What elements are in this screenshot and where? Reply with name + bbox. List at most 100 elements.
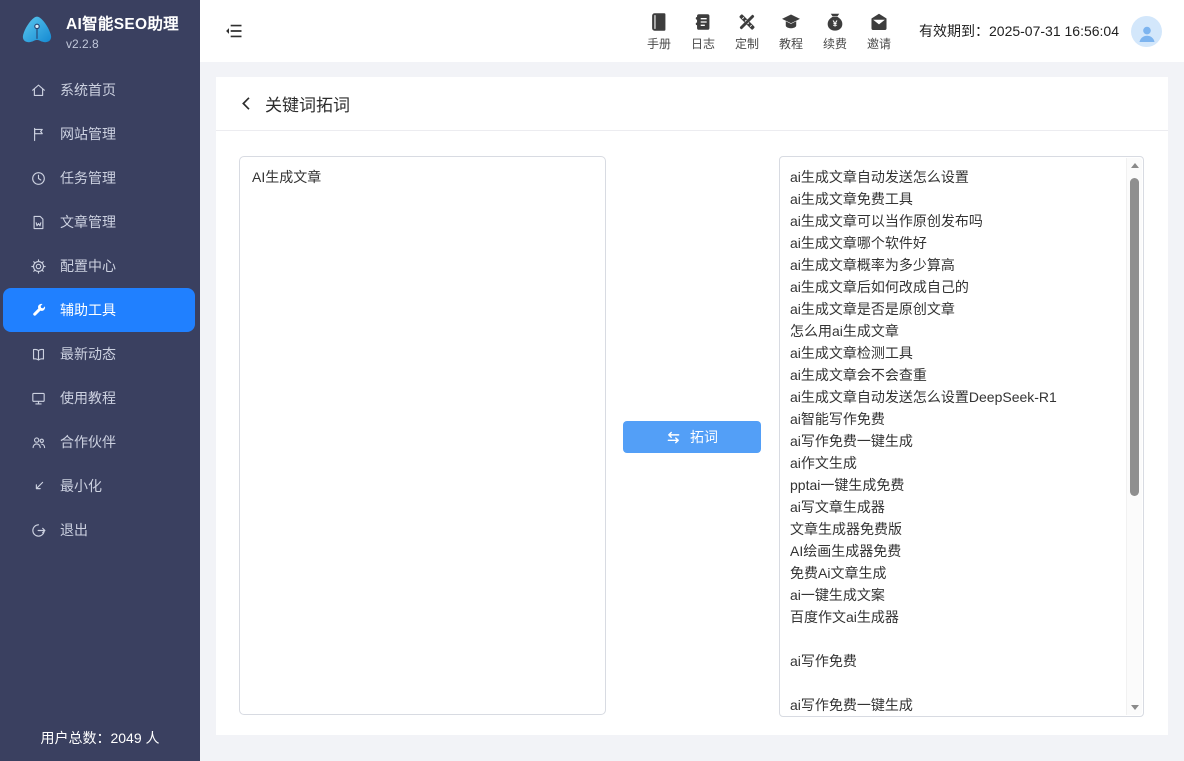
- sidebar-item-config[interactable]: 配置中心: [0, 244, 200, 288]
- sidebar-item-label: 系统首页: [60, 80, 116, 100]
- keyword-tool-card: 关键词拓词 AI生成文章 拓词 ai生成文章自动发送怎么设置ai生成文章免费工具…: [216, 77, 1168, 735]
- sidebar-item-label: 退出: [60, 520, 88, 540]
- sidebar-nav: 系统首页网站管理任务管理文章管理配置中心辅助工具最新动态使用教程合作伙伴最小化退…: [0, 68, 200, 552]
- topbar-action-renew[interactable]: ¥ 续费: [813, 11, 857, 52]
- results-list: ai生成文章自动发送怎么设置ai生成文章免费工具ai生成文章可以当作原创发布吗a…: [780, 157, 1126, 716]
- keyword-result-item[interactable]: ai生成文章哪个软件好: [790, 232, 1126, 254]
- results-scrollbar[interactable]: [1126, 158, 1142, 715]
- monitor-icon: [30, 390, 47, 407]
- gear-icon: [30, 258, 47, 275]
- keyword-result-item[interactable]: ai一键生成文案: [790, 584, 1126, 606]
- flag-icon: [30, 126, 47, 143]
- keyword-input[interactable]: AI生成文章: [239, 156, 606, 715]
- sidebar-item-news[interactable]: 最新动态: [0, 332, 200, 376]
- topbar-action-label: 日志: [691, 35, 715, 52]
- keyword-result-item[interactable]: ai生成文章概率为多少算高: [790, 254, 1126, 276]
- app-title: AI智能SEO助理: [66, 12, 179, 34]
- log-journal-icon: [692, 11, 714, 33]
- topbar-action-invite[interactable]: 邀请: [857, 11, 901, 52]
- topbar-actions: 手册 日志 定制 教程 ¥ 续费 邀请: [637, 11, 901, 52]
- invite-envelope-icon: [868, 11, 890, 33]
- sidebar-item-label: 网站管理: [60, 124, 116, 144]
- back-chevron-icon[interactable]: [238, 95, 255, 112]
- keyword-result-item[interactable]: ai生成文章可以当作原创发布吗: [790, 210, 1126, 232]
- sidebar-item-label: 合作伙伴: [60, 432, 116, 452]
- tutorial-cap-icon: [780, 11, 802, 33]
- keyword-result-item[interactable]: ai作文生成: [790, 452, 1126, 474]
- document-icon: [30, 214, 47, 231]
- sidebar-item-tasks[interactable]: 任务管理: [0, 156, 200, 200]
- keyword-result-item[interactable]: ai生成文章后如何改成自己的: [790, 276, 1126, 298]
- sidebar-item-tutorial[interactable]: 使用教程: [0, 376, 200, 420]
- user-avatar-icon[interactable]: [1131, 16, 1162, 47]
- topbar-action-label: 手册: [647, 35, 671, 52]
- sidebar-item-websites[interactable]: 网站管理: [0, 112, 200, 156]
- card-header: 关键词拓词: [216, 77, 1168, 131]
- keyword-result-item[interactable]: ai生成文章免费工具: [790, 188, 1126, 210]
- topbar-action-log[interactable]: 日志: [681, 11, 725, 52]
- scrollbar-thumb[interactable]: [1130, 178, 1139, 496]
- topbar-action-label: 教程: [779, 35, 803, 52]
- topbar-action-course[interactable]: 教程: [769, 11, 813, 52]
- sidebar-item-label: 文章管理: [60, 212, 116, 232]
- keyword-result-item[interactable]: ai写作免费一键生成: [790, 430, 1126, 452]
- sidebar-item-tools[interactable]: 辅助工具: [3, 288, 195, 332]
- sidebar-item-minimize[interactable]: 最小化: [0, 464, 200, 508]
- sidebar-item-label: 使用教程: [60, 388, 116, 408]
- menu-fold-icon[interactable]: [224, 21, 244, 41]
- keyword-result-item[interactable]: ai生成文章检测工具: [790, 342, 1126, 364]
- expand-keywords-button[interactable]: 拓词: [623, 421, 761, 453]
- sidebar-item-label: 最小化: [60, 476, 102, 496]
- keyword-result-item[interactable]: 怎么用ai生成文章: [790, 320, 1126, 342]
- keyword-result-item[interactable]: 文章生成器免费版: [790, 518, 1126, 540]
- expand-button-label: 拓词: [690, 427, 718, 447]
- topbar-action-label: 邀请: [867, 35, 891, 52]
- sidebar-item-label: 任务管理: [60, 168, 116, 188]
- topbar-right: 手册 日志 定制 教程 ¥ 续费 邀请 有效期到：2025-07-31 16:56:04: [637, 11, 1184, 52]
- transfer-arrows-icon: [666, 430, 681, 445]
- validity-text: 有效期到：2025-07-31 16:56:04: [919, 21, 1119, 41]
- logo-row: AI智能SEO助理 v2.2.8: [0, 0, 200, 58]
- keyword-result-item[interactable]: 免费Ai文章生成: [790, 562, 1126, 584]
- scroll-up-icon[interactable]: [1127, 158, 1143, 173]
- sidebar-item-label: 配置中心: [60, 256, 116, 276]
- keyword-result-item[interactable]: ai生成文章会不会查重: [790, 364, 1126, 386]
- user-count-label: 用户总数：2049 人: [0, 728, 200, 748]
- topbar-action-manual[interactable]: 手册: [637, 11, 681, 52]
- svg-text:¥: ¥: [833, 18, 838, 28]
- topbar-action-label: 定制: [735, 35, 759, 52]
- sidebar-item-articles[interactable]: 文章管理: [0, 200, 200, 244]
- app-version: v2.2.8: [66, 37, 179, 51]
- wrench-icon: [30, 302, 47, 319]
- results-box: ai生成文章自动发送怎么设置ai生成文章免费工具ai生成文章可以当作原创发布吗a…: [779, 156, 1144, 717]
- content-area: 关键词拓词 AI生成文章 拓词 ai生成文章自动发送怎么设置ai生成文章免费工具…: [200, 62, 1184, 761]
- keyword-result-item[interactable]: AI绘画生成器免费: [790, 540, 1126, 562]
- sidebar-item-label: 辅助工具: [60, 300, 116, 320]
- topbar-action-label: 续费: [823, 35, 847, 52]
- keyword-result-item[interactable]: 百度作文ai生成器: [790, 606, 1126, 628]
- sidebar-item-home[interactable]: 系统首页: [0, 68, 200, 112]
- topbar-action-custom[interactable]: 定制: [725, 11, 769, 52]
- keyword-result-item[interactable]: [790, 628, 1126, 650]
- app-logo-icon: [14, 8, 60, 54]
- keyword-result-item[interactable]: ai写作免费: [790, 650, 1126, 672]
- sidebar-item-exit[interactable]: 退出: [0, 508, 200, 552]
- book-open-icon: [30, 346, 47, 363]
- manual-book-icon: [648, 11, 670, 33]
- keyword-result-item[interactable]: ai生成文章是否是原创文章: [790, 298, 1126, 320]
- keyword-result-item[interactable]: ai写作免费一键生成: [790, 694, 1126, 716]
- scroll-down-icon[interactable]: [1127, 700, 1143, 715]
- sidebar: AI智能SEO助理 v2.2.8 系统首页网站管理任务管理文章管理配置中心辅助工…: [0, 0, 200, 761]
- keyword-result-item[interactable]: [790, 672, 1126, 694]
- keyword-result-item[interactable]: ai写文章生成器: [790, 496, 1126, 518]
- keyword-result-item[interactable]: pptai一键生成免费: [790, 474, 1126, 496]
- renew-moneybag-icon: ¥: [824, 11, 846, 33]
- app-window: AI智能SEO助理 v2.2.8 系统首页网站管理任务管理文章管理配置中心辅助工…: [0, 0, 1184, 761]
- sidebar-item-partners[interactable]: 合作伙伴: [0, 420, 200, 464]
- logout-icon: [30, 522, 47, 539]
- keyword-result-item[interactable]: ai生成文章自动发送怎么设置: [790, 166, 1126, 188]
- keyword-result-item[interactable]: ai生成文章自动发送怎么设置DeepSeek-R1: [790, 386, 1126, 408]
- keyword-result-item[interactable]: ai智能写作免费: [790, 408, 1126, 430]
- home-icon: [30, 82, 47, 99]
- partners-icon: [30, 434, 47, 451]
